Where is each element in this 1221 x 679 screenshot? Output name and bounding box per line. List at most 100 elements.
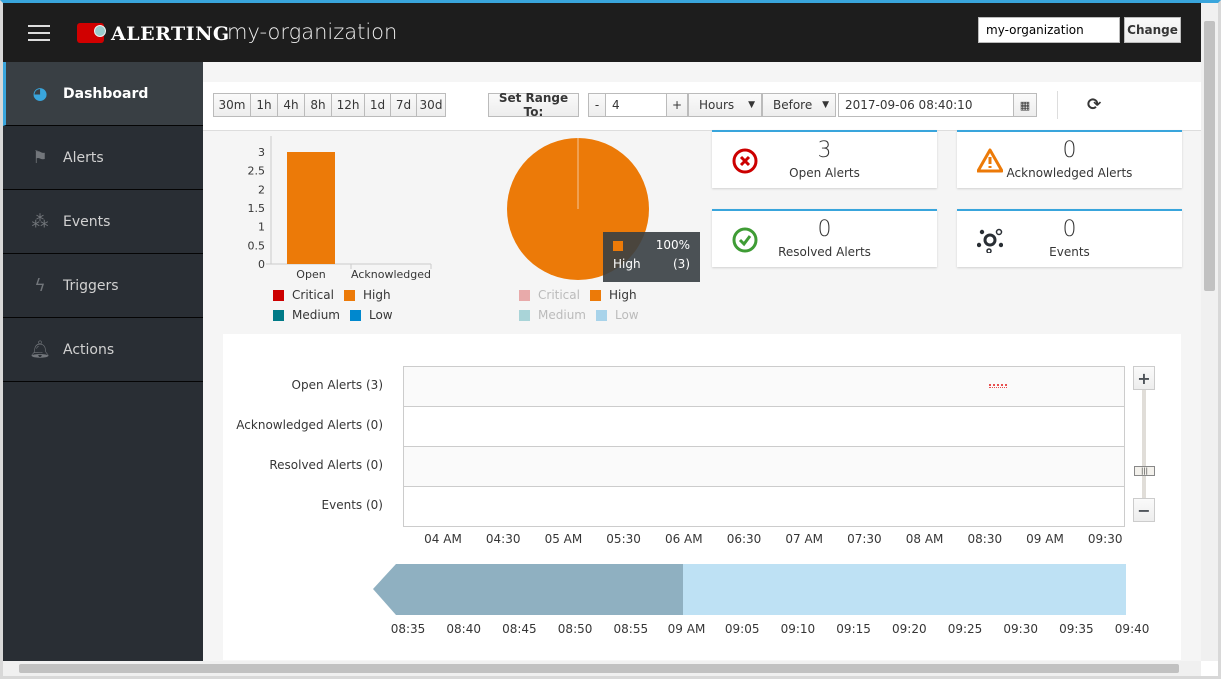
range-button-1h[interactable]: 1h <box>250 93 278 117</box>
zoom-out-button[interactable]: − <box>1133 498 1155 522</box>
legend-label: Critical <box>538 288 580 302</box>
unit-select[interactable]: Hours ▼ <box>688 93 762 117</box>
horizontal-scrollbar[interactable] <box>3 661 1201 676</box>
timeline-tick: 05 AM <box>544 532 583 546</box>
increment-button[interactable]: + <box>666 93 688 117</box>
range-button-8h[interactable]: 8h <box>304 93 332 117</box>
navigator-tick: 08:40 <box>446 622 481 636</box>
zoom-slider-track[interactable] <box>1142 390 1146 498</box>
range-button-30d[interactable]: 30d <box>416 93 446 117</box>
sidebar-item-dashboard[interactable]: ◕ Dashboard <box>3 62 203 126</box>
sidebar-item-events[interactable]: ⁂ Events <box>3 190 203 254</box>
range-button-1d[interactable]: 1d <box>364 93 391 117</box>
tooltip-swatch <box>613 241 623 251</box>
divider <box>1057 91 1058 119</box>
caret-down-icon: ▼ <box>748 100 755 110</box>
navigator-tick: 08:35 <box>390 622 426 636</box>
legend-item-low[interactable]: Low <box>349 308 393 322</box>
direction-select[interactable]: Before ▼ <box>762 93 836 117</box>
range-amount-input[interactable]: 4 <box>605 93 667 117</box>
vertical-scrollbar[interactable] <box>1201 3 1218 661</box>
hamburger-menu-icon[interactable] <box>28 25 50 41</box>
sidebar: ◕ Dashboard ⚑ Alerts ⁂ Events ϟ Triggers 🔔︎ A… <box>3 62 203 662</box>
legend-item-high[interactable]: High <box>343 288 391 302</box>
navigator-tick: 09:15 <box>836 622 871 636</box>
legend-label: Critical <box>292 288 334 302</box>
navigator-tick: 09:35 <box>1059 622 1094 636</box>
datetime-input[interactable]: 2017-09-06 08:40:10 <box>838 93 1014 117</box>
navigator-tick: 09:05 <box>724 622 760 636</box>
network-icon: ⁂ <box>31 211 49 232</box>
legend-label: Low <box>368 308 393 322</box>
timeline-tick: 09 AM <box>1026 532 1064 546</box>
legend-item-medium[interactable]: Medium <box>273 308 340 322</box>
organization-input[interactable] <box>978 17 1120 43</box>
timeline-tick: 05:30 <box>606 532 641 546</box>
set-range-label-button[interactable]: Set Range To: <box>488 91 579 119</box>
y-tick-label: 3 <box>258 146 265 159</box>
card-value: 3 <box>817 138 832 163</box>
navigator-tick: 08:50 <box>557 622 593 636</box>
events-card[interactable]: 0 Events <box>957 209 1182 267</box>
timeline-navigator[interactable] <box>373 564 1128 616</box>
sidebar-item-alerts[interactable]: ⚑ Alerts <box>3 126 203 190</box>
calendar-icon[interactable]: ▦ <box>1013 93 1037 117</box>
timeline-tick: 04 AM <box>424 532 462 546</box>
bar-open-high[interactable] <box>287 152 335 264</box>
timeline-tick: 08:30 <box>967 532 1003 546</box>
card-value: 0 <box>1062 217 1077 242</box>
timeline-tick: 07 AM <box>785 532 824 546</box>
decrement-button[interactable]: - <box>588 93 606 117</box>
timeline-tick: 09:30 <box>1087 532 1123 546</box>
timeline-row-label: Events (0) <box>321 498 383 512</box>
card-label: Open Alerts <box>789 166 860 180</box>
card-label: Acknowledged Alerts <box>1006 166 1133 180</box>
legend-item-high[interactable]: High <box>589 288 637 302</box>
sidebar-item-label: Dashboard <box>63 85 149 102</box>
legend-label: High <box>362 288 391 302</box>
tooltip-count: (3) <box>673 257 690 271</box>
timeline-row-label: Resolved Alerts (0) <box>269 458 383 472</box>
acknowledged-alerts-card[interactable]: 0 Acknowledged Alerts <box>957 130 1182 188</box>
timeline-row-label: Acknowledged Alerts (0) <box>236 418 383 432</box>
range-button-30m[interactable]: 30m <box>213 93 251 117</box>
caret-down-icon: ▼ <box>822 100 829 110</box>
pie-legend: Critical High <box>519 288 637 302</box>
range-button-4h[interactable]: 4h <box>277 93 305 117</box>
y-tick-label: 2.5 <box>248 165 266 178</box>
navigator-selected-range[interactable] <box>683 564 1126 615</box>
zoom-in-button[interactable]: + <box>1133 366 1155 390</box>
card-value: 0 <box>1062 138 1077 163</box>
open-alerts-card[interactable]: 3 Open Alerts <box>712 130 937 188</box>
range-button-7d[interactable]: 7d <box>390 93 417 117</box>
flag-icon: ⚑ <box>32 147 48 168</box>
top-navbar: ALERTING my-organization Change <box>3 3 1218 62</box>
navigator-tick: 09 AM <box>667 622 706 636</box>
navigator-tick: 08:55 <box>613 622 649 636</box>
zoom-slider-handle[interactable]: ||| <box>1134 466 1155 476</box>
direction-value: Before <box>773 98 813 112</box>
navigator-tick: 09:10 <box>780 622 816 636</box>
unit-value: Hours <box>699 98 735 112</box>
alerting-logo <box>77 23 106 43</box>
event-marker[interactable] <box>989 384 1007 388</box>
bar-legend: Critical High <box>273 288 391 302</box>
legend-item-critical[interactable]: Critical <box>273 288 334 302</box>
timeline-chart[interactable] <box>403 366 1125 527</box>
legend-item-medium[interactable]: Medium <box>519 308 586 322</box>
range-button-12h[interactable]: 12h <box>331 93 365 117</box>
sidebar-item-triggers[interactable]: ϟ Triggers <box>3 254 203 318</box>
resolved-alerts-card[interactable]: 0 Resolved Alerts <box>712 209 937 267</box>
y-tick-label: 2 <box>258 183 265 196</box>
navigator-past-range[interactable] <box>373 564 683 615</box>
legend-item-critical[interactable]: Critical <box>519 288 580 302</box>
legend-item-low[interactable]: Low <box>595 308 639 322</box>
sidebar-item-actions[interactable]: 🔔︎ Actions <box>3 318 203 382</box>
legend-label: Medium <box>292 308 340 322</box>
change-org-button[interactable]: Change <box>1124 17 1181 43</box>
refresh-icon[interactable]: ⟳ <box>1087 95 1101 115</box>
legend-label: High <box>608 288 637 302</box>
pie-legend-row2: Medium Low <box>519 308 639 322</box>
timeline-row-acknowledged <box>404 407 1124 447</box>
navigator-tick: 09:20 <box>892 622 927 636</box>
